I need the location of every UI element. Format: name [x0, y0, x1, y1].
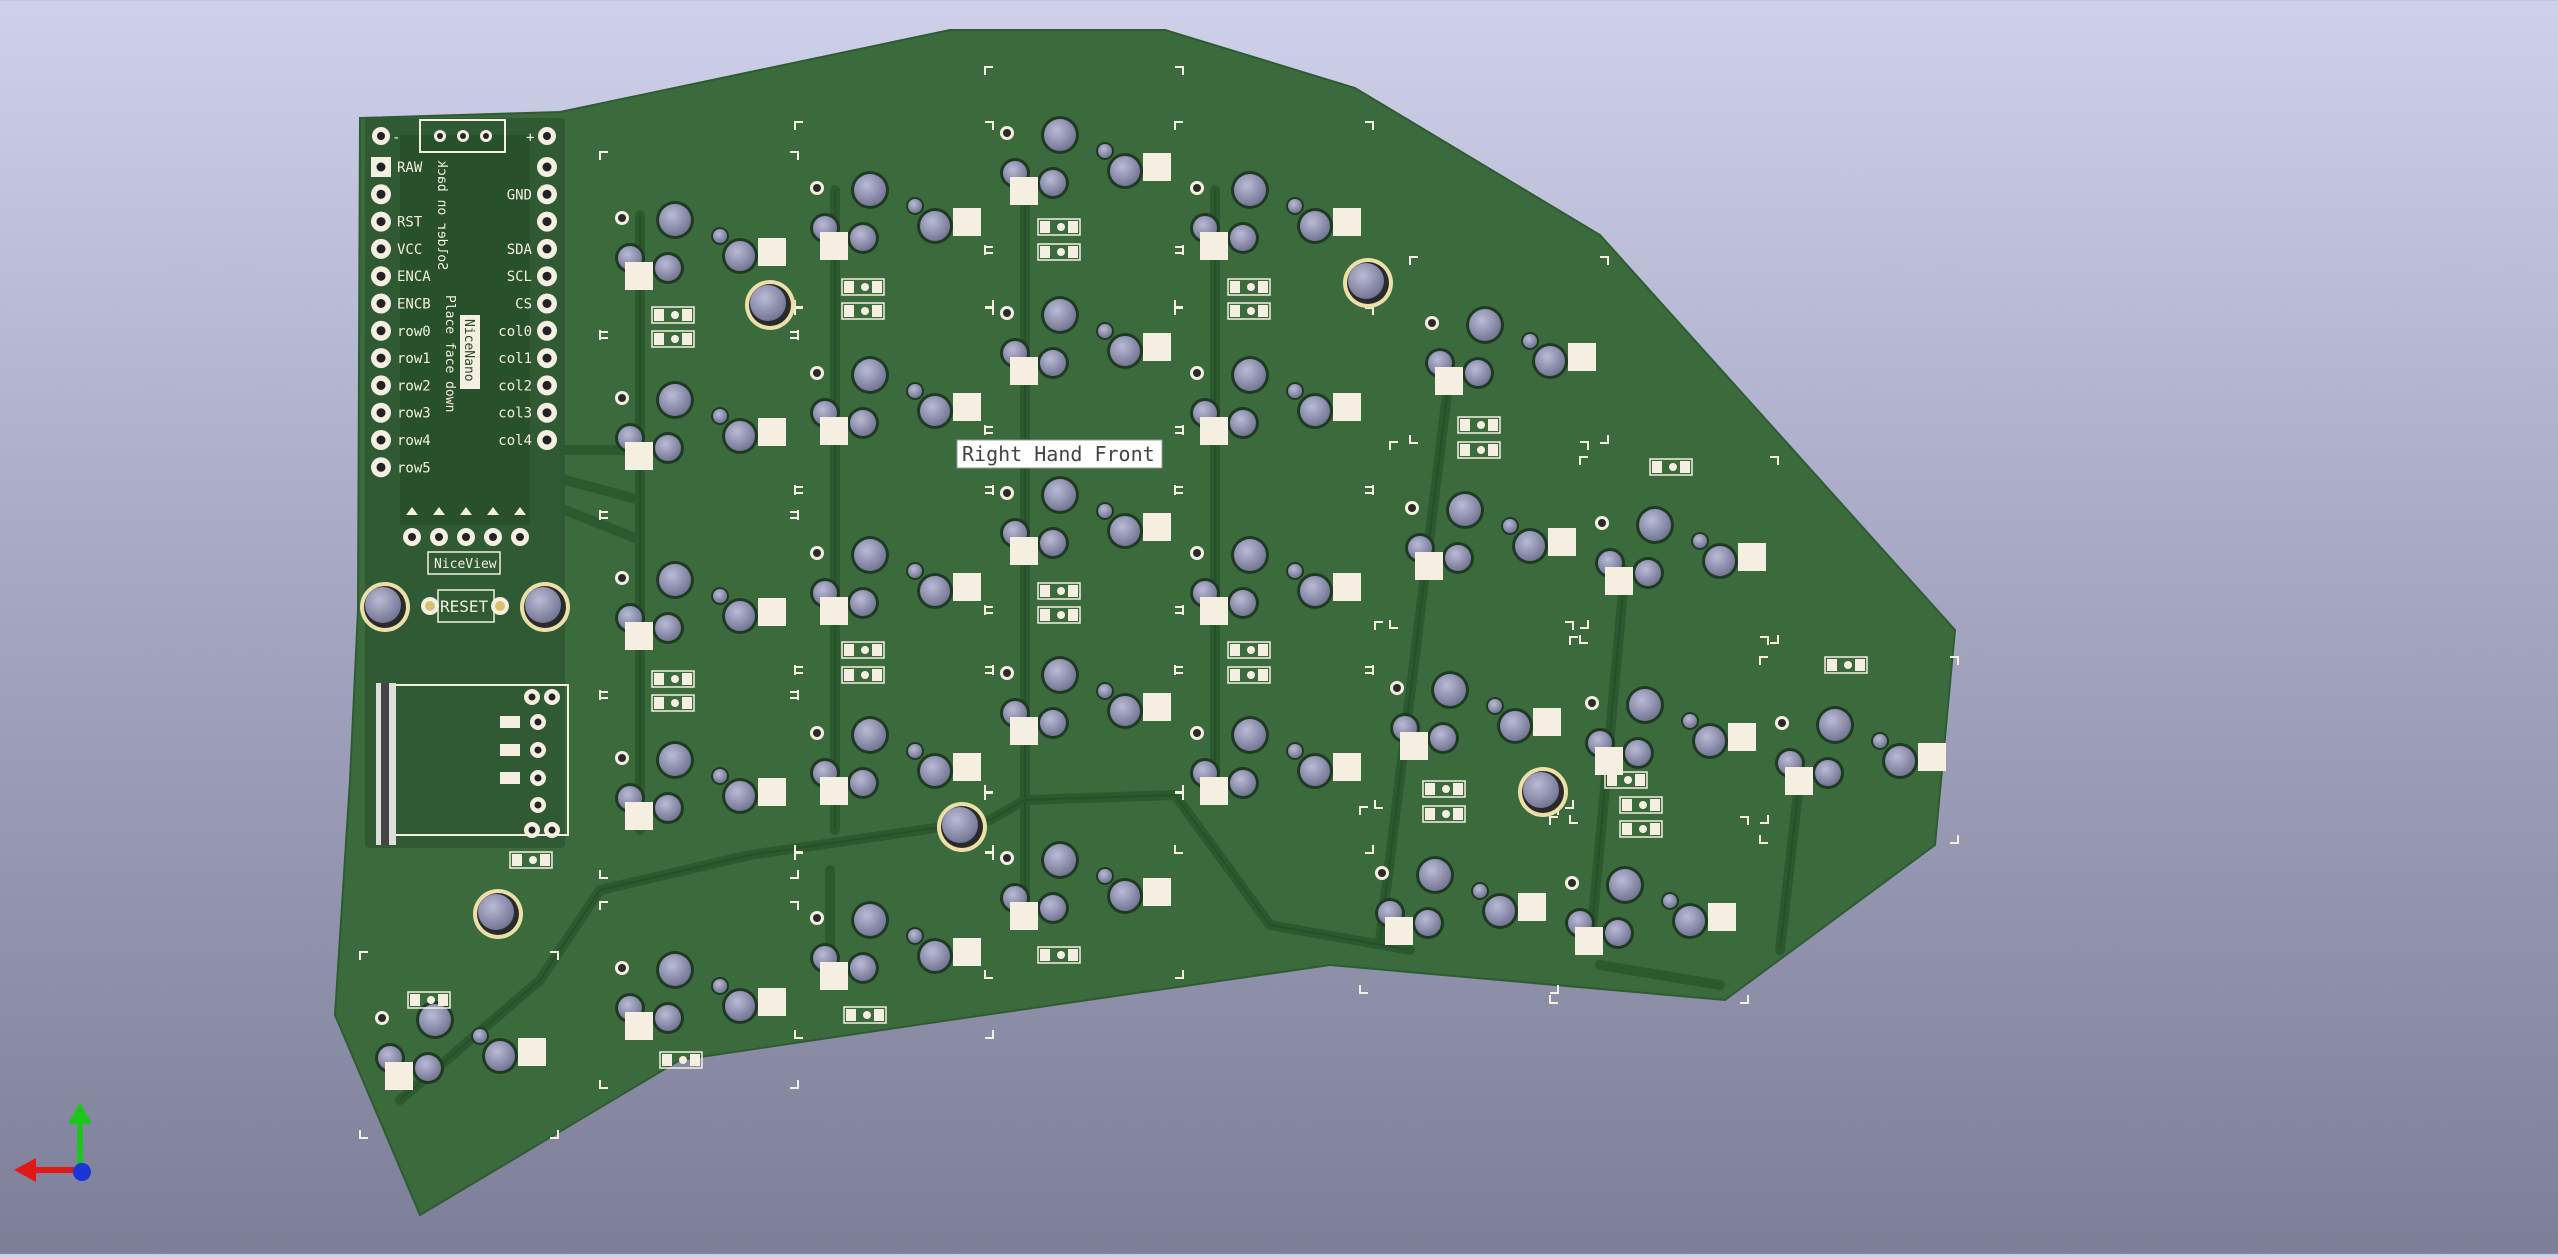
- power-minus-label: -: [392, 130, 400, 146]
- mcu-pin-left: row5: [371, 457, 431, 478]
- mcu-pin-label: row2: [397, 378, 431, 394]
- mcu-pin-label: row5: [397, 460, 431, 476]
- mcu-note-line2: Solder on back: [434, 160, 449, 270]
- mcu-pin-label: ENCB: [397, 297, 431, 313]
- mcu-pin-label: col4: [498, 433, 532, 449]
- mounting-hole: [745, 280, 795, 330]
- reset-label: RESET: [440, 597, 489, 616]
- mounting-hole: [1518, 767, 1568, 817]
- mcu-pin-label: RST: [397, 215, 423, 231]
- mcu-pin-label: row0: [397, 324, 431, 340]
- mcu-pin-left: RST: [371, 211, 423, 232]
- power-plus-label: +: [526, 130, 534, 146]
- mcu-pin-label: row3: [397, 406, 431, 422]
- mcu-pin-label: col2: [498, 378, 532, 394]
- pcb-board-outline: [333, 29, 1957, 1217]
- z-axis-dot-icon: [73, 1163, 91, 1181]
- 3d-viewer-canvas[interactable]: RAW RST VCC ENCA ENCB row0 row1 row2 row3 row4 row…: [0, 0, 2558, 1254]
- mcu-pin-label: VCC: [397, 242, 422, 258]
- mounting-hole: [360, 582, 410, 632]
- mounting-hole: [1343, 258, 1393, 308]
- mcu-pin-left: row1: [371, 348, 431, 369]
- mcu-pin-right: col3: [498, 402, 557, 423]
- mcu-pin-left: [371, 184, 391, 205]
- y-axis-arrow-icon: [68, 1102, 92, 1124]
- mcu-pin-label: row1: [397, 351, 431, 367]
- mcu-pin-right: SDA: [507, 238, 557, 259]
- mcu-pin-left: VCC: [371, 238, 422, 259]
- mcu-pin-label: ENCA: [397, 269, 431, 285]
- mcu-pin-left: row3: [371, 402, 431, 423]
- mcu-pin-label: SCL: [507, 269, 532, 285]
- mcu-pin-label: col1: [498, 351, 532, 367]
- mcu-pin-left: ENCB: [371, 293, 431, 314]
- board-name-label: Right Hand Front: [956, 439, 1163, 469]
- axis-indicator[interactable]: [14, 1102, 92, 1182]
- mcu-pin-label: row4: [397, 433, 431, 449]
- mcu-pin-right: col1: [498, 348, 557, 369]
- mcu-pin-right: col0: [498, 320, 557, 341]
- mcu-pin-left: RAW: [371, 157, 423, 177]
- mcu-pin-right: col2: [498, 375, 557, 396]
- mcu-pin-label: GND: [507, 187, 532, 203]
- mcu-pin-label: SDA: [507, 242, 533, 258]
- mounting-hole: [473, 889, 523, 939]
- x-axis-arrow-icon: [14, 1158, 36, 1182]
- mcu-pin-label: col0: [498, 324, 532, 340]
- mcu-pin-right: [537, 211, 557, 232]
- mcu-pin-left: ENCA: [371, 266, 431, 287]
- mcu-pin-right: [537, 157, 557, 177]
- mcu-pin-right: GND: [507, 184, 557, 205]
- board-name-text: Right Hand Front: [962, 442, 1155, 466]
- niceview-label: NiceView: [434, 557, 497, 572]
- mcu-note-line1: Place face down: [442, 295, 457, 412]
- mcu-pin-left: row2: [371, 375, 431, 396]
- mcu-chip-name: NiceNano: [461, 319, 476, 382]
- mcu-pin-right: col4: [498, 430, 557, 450]
- mcu-pin-label: RAW: [397, 160, 423, 176]
- mcu-pin-label: col3: [498, 406, 532, 422]
- pcb-render: RAW RST VCC ENCA ENCB row0 row1 row2 row3 row4 row…: [14, 29, 1959, 1217]
- mounting-hole: [520, 582, 570, 632]
- mcu-pin-label: CS: [515, 297, 532, 313]
- mcu-pin-left: row4: [371, 430, 431, 450]
- mounting-hole: [937, 802, 987, 852]
- mcu-pin-left: row0: [371, 320, 431, 341]
- mcu-pin-right: SCL: [507, 266, 557, 287]
